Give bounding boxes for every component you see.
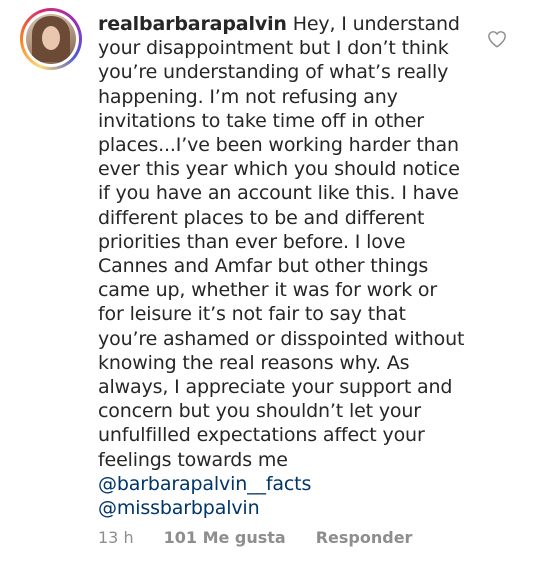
comment-timestamp[interactable]: 13 h [98,528,134,547]
comment-body: realbarbarapalvin Hey, I understand your… [98,12,466,520]
avatar-border [23,11,79,67]
avatar[interactable] [20,8,82,70]
comment-text: Hey, I understand your disappointment bu… [98,13,465,471]
mention-link[interactable]: @missbarbpalvin [98,496,466,520]
avatar-image [26,14,76,64]
comment-item: realbarbarapalvin Hey, I understand your… [0,0,540,561]
comment-likes-count[interactable]: 101 Me gusta [164,528,286,547]
mention-link[interactable]: @barbarapalvin__facts [98,472,466,496]
comment-meta: 13 h 101 Me gusta Responder [98,528,412,547]
reply-button[interactable]: Responder [316,528,413,547]
comment-username[interactable]: realbarbarapalvin [98,13,287,35]
heart-outline-icon[interactable] [487,30,507,48]
